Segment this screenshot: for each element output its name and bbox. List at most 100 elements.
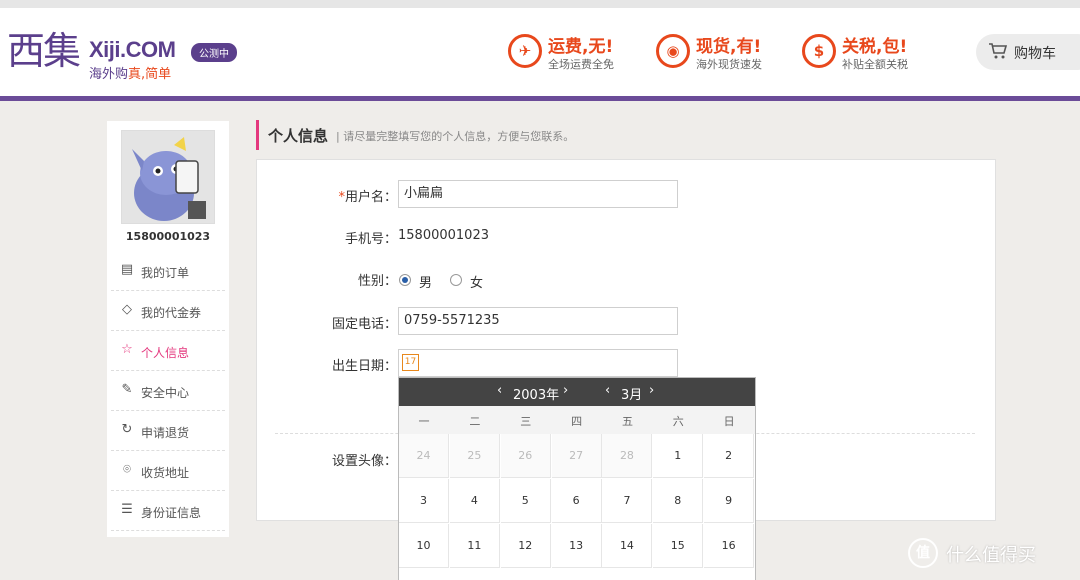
logo-glyph: 西集: [7, 29, 81, 73]
gender-male-radio[interactable]: [399, 274, 411, 286]
birthday-field[interactable]: 17: [398, 349, 678, 377]
gender-female-label[interactable]: 女: [470, 272, 483, 291]
map-pin-icon: ◉: [656, 34, 690, 68]
page-title: 个人信息: [268, 127, 329, 145]
promo-subtitle: 海外现货速发: [696, 58, 762, 71]
promo-title: 关税,包!: [842, 37, 908, 57]
account-sidebar: 15800001023 ▤ 我的订单 ◇ 我的代金券 ☆ 个人信息 ✎ 安全中心…: [107, 121, 229, 537]
page-subtitle: | 请尽量完整填写您的个人信息，方便与您联系。: [336, 130, 575, 143]
site-logo[interactable]: 西集 Xiji.COM 公测中 海外购真,简单: [7, 31, 247, 83]
username-field[interactable]: 小扁扁: [398, 180, 678, 208]
promo-title: 运费,无!: [548, 37, 614, 57]
promo-in-stock[interactable]: ◉ 现货,有! 海外现货速发: [656, 32, 786, 80]
calendar-day[interactable]: 1: [653, 434, 704, 478]
username-label-text: 用户名：: [344, 190, 397, 205]
calendar-icon[interactable]: 17: [402, 354, 419, 371]
weekday-label: 一: [418, 415, 430, 428]
beta-badge: 公测中: [191, 43, 237, 62]
logo-domain: Xiji.COM: [89, 37, 176, 62]
promo-tax-covered[interactable]: $ 关税,包! 补贴全额关税: [802, 32, 932, 80]
year-label[interactable]: 2003年: [513, 384, 559, 403]
sidebar-item-profile[interactable]: ☆ 个人信息: [111, 331, 225, 371]
sidebar-item-label: 收货地址: [141, 466, 190, 480]
month-label[interactable]: 3月: [621, 384, 642, 403]
cart-button[interactable]: 购物车: [976, 34, 1080, 70]
prev-year-icon[interactable]: ‹: [497, 383, 502, 398]
birthday-label: 出生日期：: [331, 359, 397, 374]
prev-month-icon[interactable]: ‹: [605, 383, 610, 398]
next-month-icon[interactable]: ›: [649, 383, 654, 398]
calendar-day-prev-month[interactable]: 27: [551, 434, 602, 478]
avatar[interactable]: [121, 130, 215, 224]
calendar-day[interactable]: 11: [449, 524, 500, 568]
location-icon: ⌾: [123, 462, 131, 477]
calendar-day[interactable]: 7: [602, 479, 653, 523]
calendar-day[interactable]: 3: [399, 479, 449, 523]
calendar-day[interactable]: 9: [704, 479, 755, 523]
calendar-day[interactable]: 8: [653, 479, 704, 523]
calendar-day[interactable]: 4: [449, 479, 500, 523]
cart-label: 购物车: [1014, 46, 1056, 62]
tag-icon: ◇: [122, 302, 132, 317]
date-picker-header: ‹ 2003年 › ‹ 3月 ›: [399, 378, 755, 406]
calendar-day-prev-month[interactable]: 26: [500, 434, 551, 478]
weekday-label: 四: [571, 415, 583, 428]
sidebar-item-security[interactable]: ✎ 安全中心: [111, 371, 225, 411]
site-header: 西集 Xiji.COM 公测中 海外购真,简单 ✈ 运费,无! 全场运费全免 ◉…: [0, 8, 1080, 97]
sidebar-item-vouchers[interactable]: ◇ 我的代金券: [111, 291, 225, 331]
calendar-day[interactable]: 13: [551, 524, 602, 568]
sidebar-item-label: 申请退货: [141, 426, 190, 440]
calendar-day[interactable]: 10: [399, 524, 449, 568]
calendar-day-prev-month[interactable]: 24: [399, 434, 449, 478]
next-year-icon[interactable]: ›: [563, 383, 568, 398]
promo-subtitle: 全场运费全免: [548, 58, 614, 71]
header-divider: [0, 96, 1080, 101]
weekday-label: 五: [621, 415, 633, 428]
calendar-day-prev-month[interactable]: 25: [449, 434, 500, 478]
username-label: *用户名：: [257, 186, 397, 205]
calendar-day[interactable]: 5: [500, 479, 551, 523]
promo-free-shipping[interactable]: ✈ 运费,无! 全场运费全免: [508, 32, 638, 80]
promo-subtitle: 补贴全额关税: [842, 58, 908, 71]
sidebar-item-label: 个人信息: [141, 346, 190, 360]
slogan-part-a: 海外购: [89, 67, 129, 82]
landline-field[interactable]: 0759-5571235: [398, 307, 678, 335]
gender-male-label[interactable]: 男: [419, 272, 432, 291]
plane-icon: ✈: [508, 34, 542, 68]
user-id: 15800001023: [125, 230, 211, 243]
mobile-label: 手机号：: [344, 232, 397, 247]
calendar-day[interactable]: 15: [653, 524, 704, 568]
mobile-value: 15800001023: [398, 228, 489, 243]
logo-slogan: 海外购真,简单: [89, 63, 171, 82]
sidebar-item-label: 我的代金券: [141, 306, 202, 320]
order-list-icon: ▤: [120, 262, 134, 277]
calendar-day[interactable]: 14: [602, 524, 653, 568]
calendar-day[interactable]: 12: [500, 524, 551, 568]
section-header: 个人信息 | 请尽量完整填写您的个人信息，方便与您联系。: [256, 120, 996, 152]
id-card-icon: ☰: [121, 502, 133, 517]
calendar-day-prev-month[interactable]: 28: [602, 434, 653, 478]
section-accent-bar: [256, 120, 259, 150]
watermark: 值 什么值得买: [908, 538, 1080, 568]
watermark-icon: 值: [908, 538, 938, 568]
calendar-day[interactable]: 2: [704, 434, 755, 478]
avatar-upload-label: 设置头像：: [331, 454, 397, 469]
sidebar-item-address[interactable]: ⌾ 收货地址: [111, 451, 225, 491]
edit-icon: ✎: [121, 382, 133, 397]
weekday-label: 二: [469, 415, 481, 428]
sidebar-item-label: 安全中心: [141, 386, 190, 400]
sidebar-item-orders[interactable]: ▤ 我的订单: [111, 251, 225, 291]
date-picker: ‹ 2003年 › ‹ 3月 › 一二三四五六日 24 25 26 27 28 1 2 3 4 5…: [398, 377, 756, 580]
sidebar-item-id-card[interactable]: ☰ 身份证信息: [111, 491, 225, 531]
promo-title: 现货,有!: [696, 37, 762, 57]
sidebar-item-label: 身份证信息: [141, 506, 202, 520]
weekday-label: 日: [723, 415, 735, 428]
sidebar-item-returns[interactable]: ↻ 申请退货: [111, 411, 225, 451]
account-menu: ▤ 我的订单 ◇ 我的代金券 ☆ 个人信息 ✎ 安全中心 ↻ 申请退货 ⌾ 收货…: [111, 251, 225, 531]
gender-female-radio[interactable]: [450, 274, 462, 286]
gender-label: 性别：: [357, 274, 397, 289]
calendar-day[interactable]: 16: [704, 524, 755, 568]
sidebar-item-label: 我的订单: [141, 266, 190, 280]
refresh-icon: ↻: [121, 422, 133, 437]
calendar-day[interactable]: 6: [551, 479, 602, 523]
